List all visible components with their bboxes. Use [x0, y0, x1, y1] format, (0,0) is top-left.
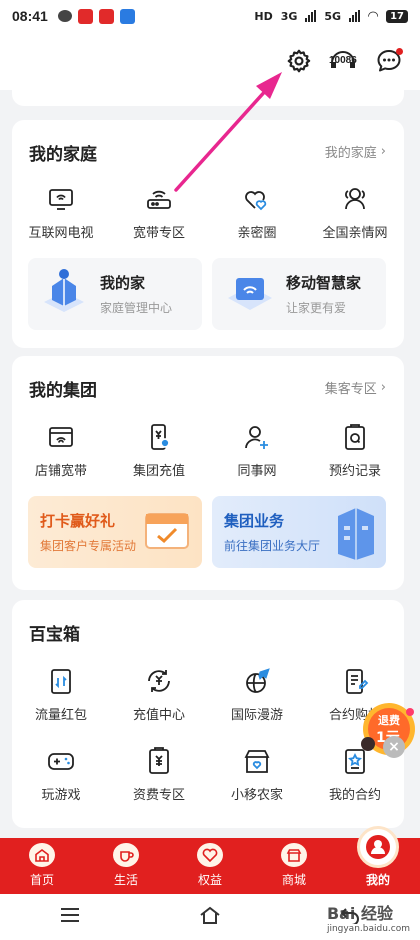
tab-benefits[interactable]: 权益 — [168, 838, 252, 894]
store-icon — [281, 843, 307, 867]
watermark-brand: Bai 经验 — [326, 904, 393, 923]
home-outline-icon — [200, 906, 220, 924]
tab-home[interactable]: 首页 — [0, 838, 84, 894]
tab-label: 商城 — [281, 873, 306, 887]
baidu-watermark: Bai 经验 jingyan.baidu.com — [327, 900, 410, 934]
close-ad-button[interactable]: × — [383, 736, 405, 758]
tab-mine[interactable]: 我的 — [336, 826, 420, 894]
close-icon: × — [388, 739, 400, 755]
watermark-url: jingyan.baidu.com — [326, 924, 410, 934]
cup-icon — [113, 843, 139, 867]
home-nav-button[interactable] — [199, 906, 221, 928]
menu-icon — [60, 908, 79, 922]
bottom-tab-bar: 首页 生活 权益 商城 我的 — [0, 826, 420, 894]
tab-life[interactable]: 生活 — [84, 838, 168, 894]
tab-label: 首页 — [29, 873, 54, 887]
tab-label: 生活 — [113, 873, 138, 887]
heart-gift-icon — [197, 843, 223, 867]
tab-label: 我的 — [365, 873, 390, 887]
tab-mall[interactable]: 商城 — [252, 838, 336, 894]
float-ad-line1: 退费 — [378, 714, 400, 727]
menu-nav-button[interactable] — [60, 907, 80, 927]
tab-label: 权益 — [197, 873, 222, 887]
annotation-arrow — [174, 72, 282, 192]
person-icon — [357, 826, 399, 868]
home-icon — [29, 843, 55, 867]
